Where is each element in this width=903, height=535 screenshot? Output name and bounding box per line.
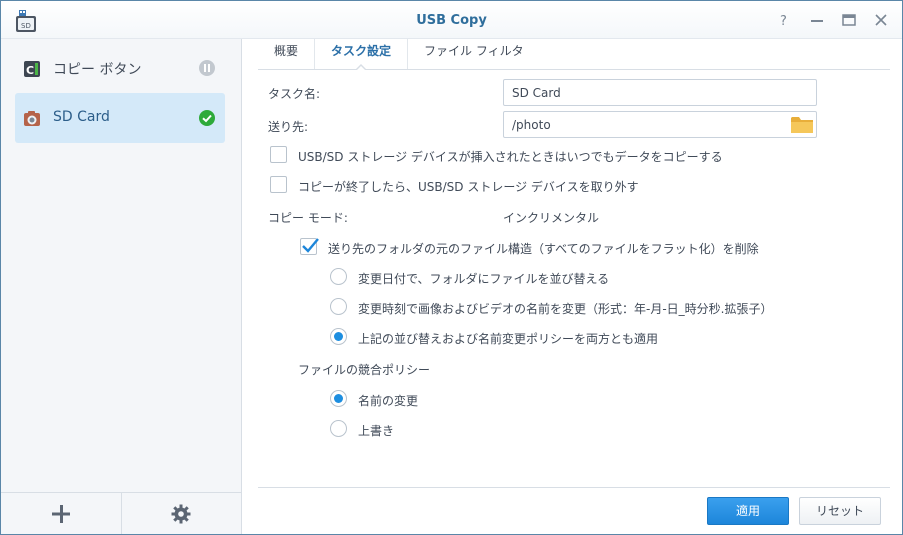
conflict-policy-label: ファイルの競合ポリシー: [298, 363, 431, 377]
overwrite-label: 上書き: [358, 424, 395, 438]
usb-copy-window: SD USB Copy ? C コピー ボタン SD Card 概要 タスク設定…: [0, 0, 903, 535]
sidebar-item-label: コピー ボタン: [53, 62, 142, 78]
sort-by-date-radio[interactable]: [330, 268, 347, 285]
check-status-icon: [199, 110, 215, 126]
task-sidebar: C コピー ボタン SD Card: [1, 39, 242, 534]
add-task-button[interactable]: [1, 493, 122, 534]
help-icon: ?: [780, 14, 787, 28]
task-name-label: タスク名:: [268, 87, 321, 101]
copy-mode-value: インクリメンタル: [503, 211, 600, 225]
destination-field[interactable]: /photo: [503, 111, 817, 138]
plus-icon: [51, 504, 70, 523]
close-button[interactable]: [870, 9, 892, 31]
gear-icon: [171, 504, 191, 523]
camera-icon: [23, 110, 41, 128]
rename-radio[interactable]: [330, 390, 347, 407]
sidebar-item-sd-card[interactable]: SD Card: [15, 93, 225, 143]
tab-overview[interactable]: 概要: [258, 39, 316, 69]
eject-label: コピーが終了したら、USB/SD ストレージ デバイスを取り外す: [298, 180, 639, 194]
flatten-label: 送り先のフォルダの元のファイル構造（すべてのファイルをフラット化）を削除: [328, 242, 759, 256]
settings-button[interactable]: [122, 493, 242, 534]
tab-task-settings[interactable]: タスク設定: [315, 39, 409, 71]
copy-button-icon: C: [23, 60, 41, 78]
tab-bar: 概要 タスク設定 ファイル フィルタ: [258, 39, 890, 71]
maximize-icon: [842, 14, 856, 26]
svg-text:C: C: [26, 64, 34, 77]
checkmark-icon: [302, 238, 319, 253]
eject-checkbox[interactable]: [270, 176, 287, 193]
sidebar-item-label: SD Card: [53, 109, 110, 125]
copy-mode-label: コピー モード:: [268, 211, 348, 225]
rename-label: 名前の変更: [358, 394, 419, 408]
pause-icon: [199, 60, 215, 76]
destination-value: /photo: [512, 118, 551, 132]
action-bar: 適用 リセット: [258, 487, 890, 534]
reset-button[interactable]: リセット: [799, 497, 881, 525]
auto-copy-checkbox[interactable]: [270, 146, 287, 163]
svg-text:?: ?: [780, 14, 787, 28]
title-bar[interactable]: SD USB Copy ?: [1, 1, 902, 39]
minimize-button[interactable]: [806, 9, 828, 31]
rename-by-time-label: 変更時刻で画像およびビデオの名前を変更（形式：年-月-日_時分秒.拡張子）: [358, 302, 773, 316]
apply-both-radio[interactable]: [330, 328, 347, 345]
overwrite-radio[interactable]: [330, 420, 347, 437]
rename-by-time-radio[interactable]: [330, 298, 347, 315]
tab-file-filter[interactable]: ファイル フィルタ: [408, 39, 540, 69]
sort-by-date-label: 変更日付で、フォルダにファイルを並び替える: [358, 272, 610, 286]
maximize-button[interactable]: [838, 9, 860, 31]
apply-both-label: 上記の並び替えおよび名前変更ポリシーを両方とも適用: [358, 332, 659, 346]
sidebar-item-copy-button[interactable]: C コピー ボタン: [15, 43, 225, 93]
apply-button[interactable]: 適用: [707, 497, 789, 525]
help-button[interactable]: ?: [774, 9, 796, 31]
folder-icon: [791, 117, 813, 133]
folder-browse-button[interactable]: [790, 114, 814, 135]
flatten-checkbox[interactable]: [300, 238, 319, 255]
destination-label: 送り先:: [268, 120, 309, 134]
window-title: USB Copy: [416, 13, 487, 28]
main-panel: 概要 タスク設定 ファイル フィルタ タスク名: 送り先: /photo USB…: [243, 39, 902, 534]
auto-copy-label: USB/SD ストレージ デバイスが挿入されたときはいつでもデータをコピーする: [298, 150, 723, 164]
minimize-icon: [811, 20, 823, 22]
close-icon: [875, 14, 887, 26]
task-name-input[interactable]: [503, 79, 817, 106]
